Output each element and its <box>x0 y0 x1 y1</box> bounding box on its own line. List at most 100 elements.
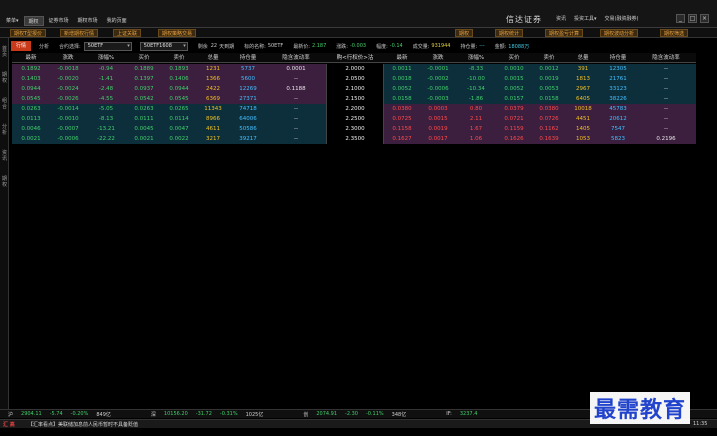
month-select[interactable]: 50ETF1608 <box>139 41 188 51</box>
call-row[interactable]: 0.0263 -0.0014 -5.05 0.0263 0.0265 11343 74718… <box>12 104 326 114</box>
volatility-button[interactable]: 期权波动分析 <box>600 29 639 37</box>
put-cell-iv: -- <box>664 126 668 132</box>
put-cell-change: -0.0001 <box>427 66 449 72</box>
sidebar-item-analysis[interactable]: 分析 <box>1 124 8 136</box>
sidebar-item-home[interactable]: 首页 <box>1 46 8 58</box>
menu-item-securities[interactable]: 证券市场 <box>45 16 73 26</box>
call-cell-position: 50586 <box>239 126 257 132</box>
status-sh-pct: -0.20% <box>70 411 89 417</box>
status-if-label: IF: <box>446 411 452 417</box>
filter-button[interactable]: 期权筛选 <box>660 29 689 37</box>
put-cell-bid: 0.1626 <box>504 136 524 142</box>
put-header-iv[interactable]: 隐含波动率 <box>636 53 696 62</box>
sidebar-item-portfolio[interactable]: 组合 <box>1 98 8 110</box>
put-header-bid[interactable]: 买价 <box>496 53 532 62</box>
t-quote-button[interactable]: 期权T型报价 <box>10 29 47 37</box>
put-row[interactable]: 0.0011 -0.0001 -8.33 0.0010 0.0012 391 12305 -- <box>384 64 696 74</box>
news-ticker[interactable]: 【汇率看点】美联储加息前人民币暂时不具备贬值 <box>28 421 138 428</box>
call-cell-change: -0.0026 <box>57 96 79 102</box>
put-header-latest[interactable]: 最新 <box>384 53 420 62</box>
put-header-ask[interactable]: 卖价 <box>532 53 566 62</box>
call-cell-iv: -- <box>294 116 298 122</box>
put-row[interactable]: 0.0725 0.0015 2.11 0.0721 0.0726 4451 20612 -- <box>384 114 696 124</box>
put-cell-change: 0.0019 <box>428 126 448 132</box>
call-row[interactable]: 0.1403 -0.0020 -1.41 0.1397 0.1406 1366 5600 -- <box>12 74 326 84</box>
minimize-button[interactable]: _ <box>676 14 685 23</box>
call-header-latest[interactable]: 最新 <box>12 53 50 62</box>
menu-item-options[interactable]: 期权 <box>23 16 44 26</box>
clock: 11:35 <box>693 421 708 427</box>
put-cell-ask: 0.1639 <box>539 136 559 142</box>
put-cell-pct: -10.00 <box>467 76 485 82</box>
call-header-change[interactable]: 涨跌 <box>50 53 86 62</box>
close-button[interactable]: × <box>700 14 709 23</box>
put-row[interactable]: 0.0052 -0.0006 -10.34 0.0052 0.0053 2967 33123… <box>384 84 696 94</box>
call-header-iv[interactable]: 隐含波动率 <box>266 53 326 62</box>
put-cell-iv: -- <box>664 86 668 92</box>
menu-item-my-page[interactable]: 我的页面 <box>103 16 131 26</box>
strike-value: 2.0500 <box>345 76 365 82</box>
call-header-position[interactable]: 持仓量 <box>230 53 266 62</box>
call-header: 最新 涨跌 涨幅% 买价 卖价 总量 持仓量 隐含波动率 <box>12 53 326 63</box>
put-header-change[interactable]: 涨跌 <box>420 53 456 62</box>
sidebar-item-options-2[interactable]: 期权 <box>1 176 8 188</box>
call-header-volume[interactable]: 总量 <box>196 53 230 62</box>
put-cell-volume: 1405 <box>576 126 590 132</box>
put-row[interactable]: 0.1627 0.0017 1.06 0.1626 0.1639 1053 5823 0.21… <box>384 134 696 144</box>
tab-quote[interactable]: 行情 <box>11 41 32 51</box>
put-cell-iv: -- <box>664 96 668 102</box>
put-row[interactable]: 0.0018 -0.0002 -10.00 0.0015 0.0019 1813 21761… <box>384 74 696 84</box>
menu-news[interactable]: 资讯 <box>556 15 566 22</box>
call-row[interactable]: 0.0021 -0.0006 -22.22 0.0021 0.0022 3217 39217… <box>12 134 326 144</box>
put-cell-change: -0.0003 <box>427 96 449 102</box>
new-quote-button[interactable]: 新增期权行情 <box>60 29 99 37</box>
sidebar-item-news[interactable]: 资讯 <box>1 150 8 162</box>
put-cell-latest: 0.0725 <box>392 116 412 122</box>
put-cell-volume: 1053 <box>576 136 590 142</box>
strike-cell: 2.3000 <box>326 124 384 134</box>
put-header-pct[interactable]: 涨幅% <box>456 53 496 62</box>
statistics-button[interactable]: 期权统计 <box>495 29 524 37</box>
call-cell-change: -0.0010 <box>57 116 79 122</box>
call-cell-pct: -13.21 <box>97 126 115 132</box>
call-row[interactable]: 0.0545 -0.0026 -4.55 0.0542 0.0545 6369 27371 -… <box>12 94 326 104</box>
pnl-calc-button[interactable]: 期权盈亏计算 <box>545 29 584 37</box>
menu-trade[interactable]: 交易(融资融券) <box>605 15 639 22</box>
call-row[interactable]: 0.0113 -0.0010 -8.13 0.0111 0.0114 8966 64006 -… <box>12 114 326 124</box>
call-cell-volume: 4611 <box>206 126 220 132</box>
call-cell-iv: 0.1188 <box>286 86 306 92</box>
linked-button[interactable]: 上证关联 <box>113 29 142 37</box>
put-cell-bid: 0.0052 <box>504 86 524 92</box>
contract-select[interactable]: 50ETF <box>83 41 132 51</box>
call-cell-ask: 0.1406 <box>169 76 189 82</box>
maximize-button[interactable]: □ <box>688 14 697 23</box>
menu-item-options-market[interactable]: 期权市场 <box>74 16 102 26</box>
put-row[interactable]: 0.0380 0.0003 0.80 0.0379 0.0380 10018 45783 -- <box>384 104 696 114</box>
put-cell-ask: 0.0012 <box>539 66 559 72</box>
strike-cell: 2.0000 <box>326 64 384 74</box>
call-cell-pct: -5.05 <box>98 106 114 112</box>
strategy-button[interactable]: 期权策略交易 <box>158 29 197 37</box>
call-header-pct[interactable]: 涨幅% <box>86 53 126 62</box>
options-extra-button[interactable]: 期权 <box>455 29 474 37</box>
call-cell-ask: 0.0545 <box>169 96 189 102</box>
put-cell-volume: 391 <box>577 66 589 72</box>
put-cell-bid: 0.0157 <box>504 96 524 102</box>
call-row[interactable]: 0.1892 -0.0018 -0.94 0.1889 0.1893 1231 5737 0.… <box>12 64 326 74</box>
call-header-bid[interactable]: 买价 <box>126 53 162 62</box>
tab-analysis[interactable]: 分析 <box>39 43 49 50</box>
call-cell-position: 27371 <box>239 96 257 102</box>
put-row[interactable]: 0.1158 0.0019 1.67 0.1159 0.1162 1405 7547 -- <box>384 124 696 134</box>
put-row[interactable]: 0.0158 -0.0003 -1.86 0.0157 0.0158 6405 38226 -… <box>384 94 696 104</box>
call-row[interactable]: 0.0944 -0.0024 -2.48 0.0937 0.0944 2422 12269 0… <box>12 84 326 94</box>
call-cell-ask: 0.1893 <box>169 66 189 72</box>
put-header-position[interactable]: 持仓量 <box>600 53 636 62</box>
sidebar-item-options[interactable]: 期权 <box>1 72 8 84</box>
menu-item-menu[interactable]: 菜单▾ <box>2 16 23 26</box>
menu-tools[interactable]: 投资工具▾ <box>574 15 597 22</box>
status-sh-label: 沪 <box>8 411 14 418</box>
put-header-volume[interactable]: 总量 <box>566 53 600 62</box>
call-header-ask[interactable]: 卖价 <box>162 53 196 62</box>
status-sz-label: 深 <box>150 411 156 418</box>
call-row[interactable]: 0.0046 -0.0007 -13.21 0.0045 0.0047 4611 50586… <box>12 124 326 134</box>
